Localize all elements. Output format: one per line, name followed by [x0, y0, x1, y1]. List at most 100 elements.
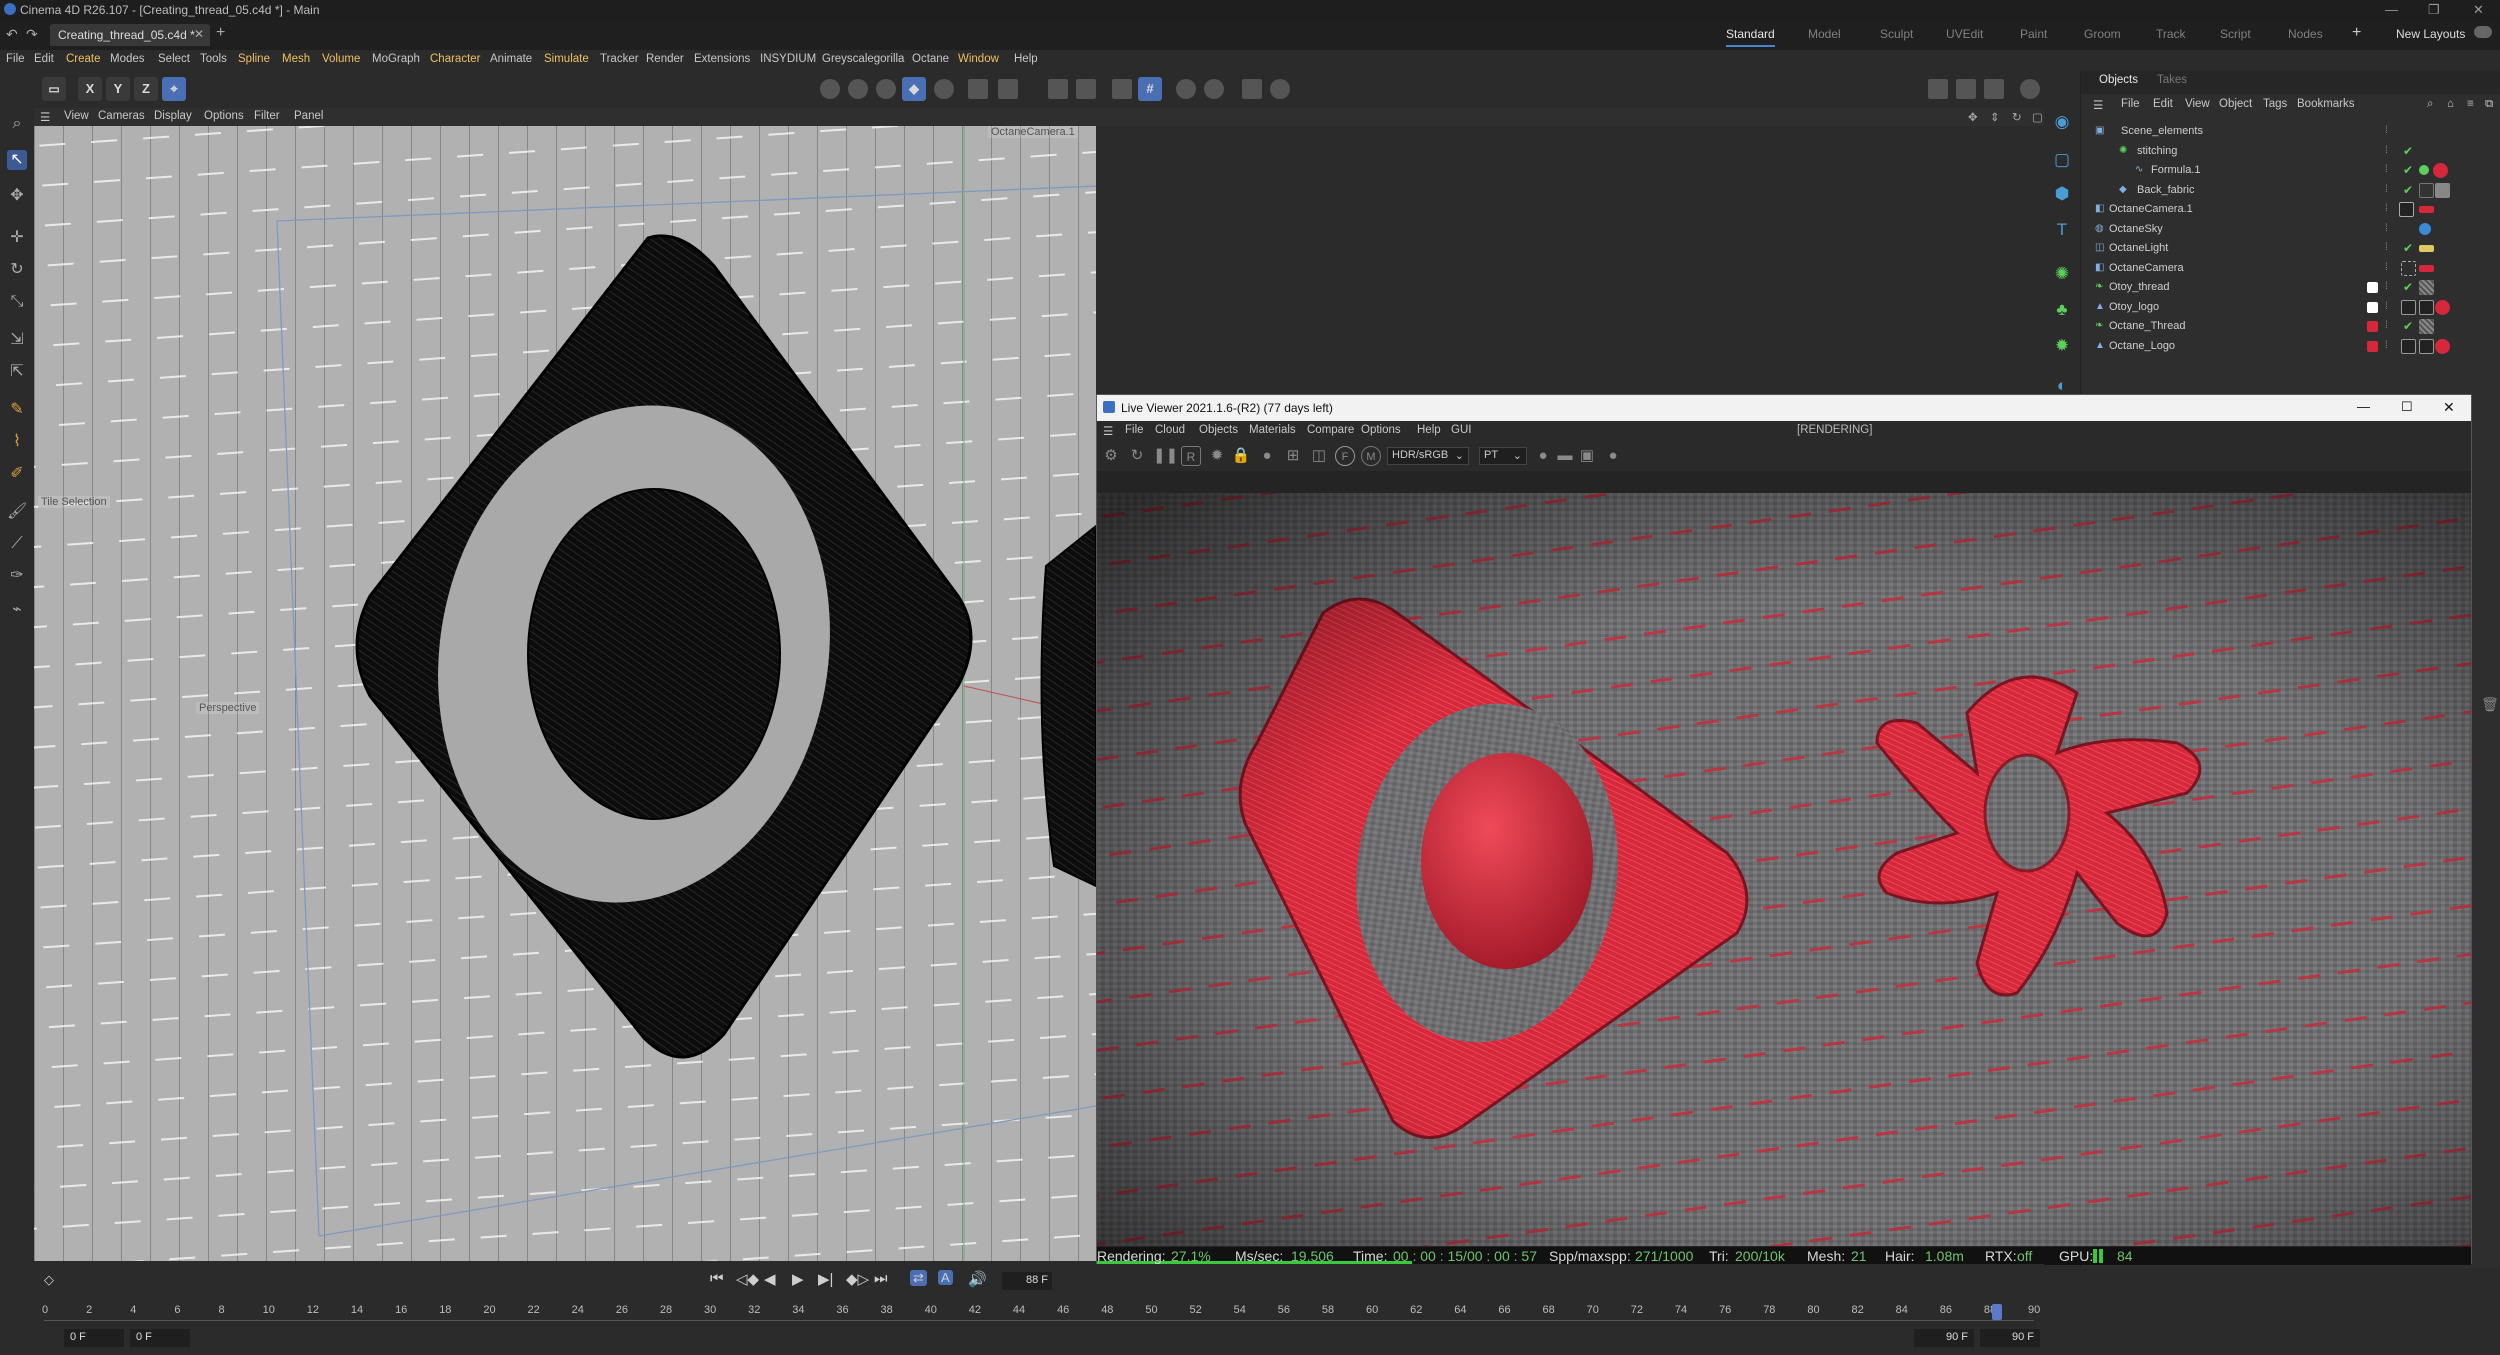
axis-z-button[interactable]: Z — [134, 77, 158, 101]
keyframe-icon[interactable]: ◇ — [44, 1272, 54, 1288]
focus-picker-icon[interactable]: F — [1335, 446, 1355, 466]
pause-icon[interactable]: ❚❚ — [1153, 446, 1178, 466]
layout-tab-track[interactable]: Track — [2156, 27, 2186, 41]
visibility-icon[interactable]: ⁞ — [2385, 125, 2388, 136]
kernel-select[interactable]: PT ⌄ — [1479, 447, 1527, 465]
visibility-icon[interactable]: ⁞ — [2385, 242, 2388, 253]
generator-icon[interactable]: ♣ — [2052, 300, 2072, 320]
phong-tag-icon[interactable] — [2419, 165, 2429, 175]
search-icon[interactable]: ⌕ — [7, 114, 27, 134]
viewport-menu-display[interactable]: Display — [154, 110, 192, 122]
rotate-tool-icon[interactable]: ↻ — [7, 260, 27, 280]
close-icon[interactable]: ✕ — [2473, 2, 2484, 18]
spline-tool-icon[interactable]: ⌇ — [7, 432, 27, 452]
sub-sampling-icon[interactable]: ▬ — [1555, 446, 1575, 466]
object-row-octanelight[interactable]: ◫ OctaneLight ⁞ ✔ — [2081, 239, 2500, 259]
lv-menu-options[interactable]: Options — [1361, 424, 1401, 436]
objects-menu-view[interactable]: View — [2185, 98, 2210, 110]
camera-icon[interactable]: ◐ — [2052, 376, 2072, 396]
move-tool-icon[interactable]: ✛ — [7, 228, 27, 248]
objects-menu-bookmarks[interactable]: Bookmarks — [2297, 98, 2355, 110]
tab-takes[interactable]: Takes — [2157, 74, 2187, 86]
object-mode-icon[interactable]: ◆ — [902, 77, 926, 101]
pan-icon[interactable]: ✥ — [1968, 110, 1978, 124]
object-row-octanecamera-1[interactable]: ◧ OctaneCamera.1 ⁞ — [2081, 200, 2500, 220]
settings-icon[interactable]: ✹ — [1207, 446, 1227, 466]
uvw-tag-icon[interactable] — [2419, 182, 2434, 198]
object-icon[interactable]: ⬢ — [2052, 184, 2072, 204]
model-mode-icon[interactable]: ▭ — [42, 77, 66, 101]
uvw-tag-icon[interactable] — [2401, 299, 2416, 315]
scale-tool-icon[interactable]: ⤡ — [7, 292, 27, 312]
object-row-formula[interactable]: ∿ Formula.1 ⁞ ✔ — [2081, 161, 2500, 181]
tweak-tool-icon[interactable]: ✥ — [7, 186, 27, 206]
add-node-icon[interactable]: ⊞ — [1283, 446, 1303, 466]
layer-color-red[interactable] — [2367, 321, 2378, 332]
environment-tag-icon[interactable] — [2419, 222, 2431, 235]
cube-primitive-icon[interactable]: ▢ — [2052, 150, 2072, 170]
filter-icon[interactable]: ≡ — [2467, 98, 2474, 110]
menu-spline[interactable]: Spline — [238, 53, 270, 65]
selection-tag-icon[interactable] — [2419, 338, 2434, 354]
send-scene-icon[interactable]: ⚙ — [1101, 446, 1121, 466]
sound-icon[interactable]: 🔊 — [968, 1270, 987, 1288]
tweak-mode-icon[interactable] — [998, 79, 1018, 99]
menu-edit[interactable]: Edit — [34, 53, 54, 65]
layer-color-white[interactable] — [2367, 301, 2378, 313]
go-to-end-icon[interactable]: ⏭ — [874, 1270, 888, 1287]
3d-viewport[interactable]: OctaneCamera.1 Tile Selection Perspectiv… — [34, 126, 1096, 1261]
object-row-octane-logo[interactable]: ▲ Octane_Logo ⁞ — [2081, 337, 2500, 357]
paint-tool-icon[interactable]: ✑ — [7, 566, 27, 586]
new-window-icon[interactable]: ⧉ — [2485, 98, 2493, 111]
hamburger-menu-icon[interactable]: ☰ — [2093, 98, 2103, 112]
restart-render-icon[interactable]: ↻ — [1127, 446, 1147, 466]
lv-menu-help[interactable]: Help — [1417, 424, 1441, 436]
uv-mode-icon[interactable] — [934, 79, 954, 99]
preview-end-field[interactable]: 90 F — [1914, 1329, 1974, 1347]
menu-help[interactable]: Help — [1014, 53, 1038, 65]
lv-menu-materials[interactable]: Materials — [1249, 424, 1296, 436]
previous-frame-icon[interactable]: ◀ — [764, 1270, 776, 1288]
snap-icon[interactable] — [1048, 79, 1068, 99]
end-frame-field[interactable]: 90 F — [1980, 1329, 2040, 1347]
previous-key-icon[interactable]: ◁◆ — [736, 1270, 759, 1288]
text-tool-icon[interactable]: T — [2052, 220, 2072, 240]
axis-mode-icon[interactable] — [968, 79, 988, 99]
live-viewer-render[interactable] — [1097, 493, 2471, 1246]
trash-icon[interactable]: 🗑 — [2481, 696, 2499, 713]
effector-icon[interactable]: ✹ — [2052, 336, 2072, 356]
object-row-back-fabric[interactable]: ◆ Back_fabric ⁞ ✔ — [2081, 181, 2500, 201]
light-tag-icon[interactable] — [2419, 245, 2434, 252]
axis-y-button[interactable]: Y — [106, 77, 130, 101]
material-tag-icon[interactable] — [2435, 338, 2450, 354]
viewport-menu-view[interactable]: View — [64, 110, 89, 122]
color-space-select[interactable]: HDR/sRGB ⌄ — [1387, 447, 1469, 465]
fabric-material-tag-icon[interactable] — [2435, 182, 2450, 198]
material-tag-icon[interactable] — [2433, 163, 2448, 178]
record-icon[interactable]: ● — [1603, 446, 1623, 466]
solo-icon[interactable] — [1176, 79, 1196, 99]
magnet-tool-icon[interactable]: ⌁ — [7, 600, 27, 620]
octane-camera-tag-icon[interactable] — [2419, 264, 2434, 272]
zoom-icon[interactable]: ⇕ — [1990, 110, 2000, 124]
next-key-icon[interactable]: ◆▷ — [846, 1270, 869, 1288]
menu-tracker[interactable]: Tracker — [600, 53, 639, 65]
layout-tab-script[interactable]: Script — [2220, 27, 2251, 41]
octane-live-viewer-icon[interactable]: ◉ — [2052, 112, 2072, 132]
visibility-icon[interactable]: ⁞ — [2385, 262, 2388, 273]
menu-character[interactable]: Character — [430, 53, 481, 65]
search-icon[interactable]: ⌕ — [2427, 98, 2433, 111]
menu-greyscalegorilla[interactable]: Greyscalegorilla — [822, 53, 904, 65]
layout-tab-uvedit[interactable]: UVEdit — [1946, 27, 1983, 41]
layout-tab-model[interactable]: Model — [1808, 27, 1841, 41]
grid-snap-icon[interactable]: # — [1138, 77, 1162, 101]
menu-mesh[interactable]: Mesh — [282, 53, 310, 65]
transform-tool-icon[interactable]: ⇲ — [7, 330, 27, 350]
undo-icon[interactable]: ↶ — [6, 26, 18, 43]
render-settings-icon[interactable] — [1984, 79, 2004, 99]
visibility-icon[interactable]: ⁞ — [2385, 145, 2388, 156]
render-picture-viewer-icon[interactable] — [1956, 79, 1976, 99]
uvw-tag-icon[interactable] — [2401, 338, 2416, 354]
layout-tab-nodes[interactable]: Nodes — [2288, 27, 2323, 41]
visibility-icon[interactable]: ⁞ — [2385, 184, 2388, 195]
